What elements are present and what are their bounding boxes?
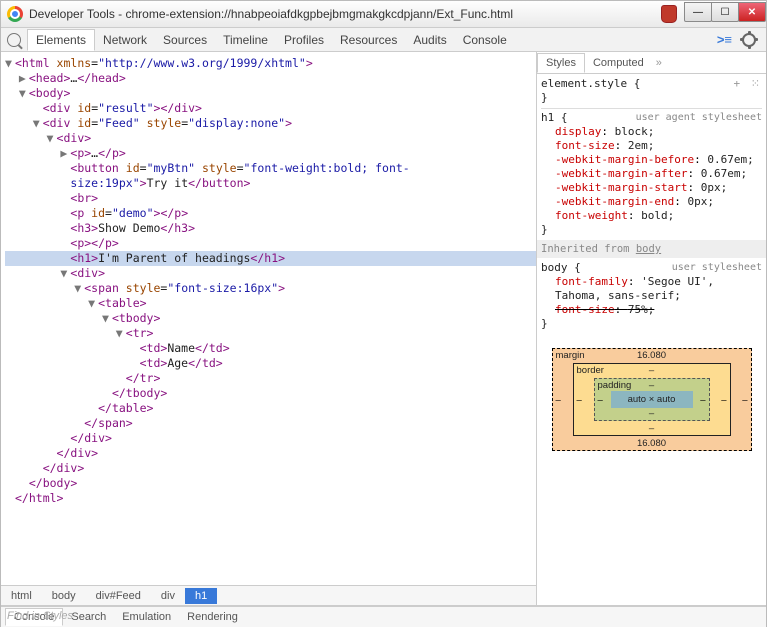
dom-line[interactable]: ▼<tbody> bbox=[5, 311, 536, 326]
dom-line[interactable]: <h1>I'm Parent of headings</h1> bbox=[5, 251, 536, 266]
css-prop[interactable]: -webkit-margin-after: 0.67em; bbox=[541, 167, 762, 181]
tab-profiles[interactable]: Profiles bbox=[276, 30, 332, 50]
dom-line[interactable]: ▼<div id="Feed" style="display:none"> bbox=[5, 116, 536, 131]
style-rules[interactable]: + ⁙ element.style { } user agent stylesh… bbox=[537, 74, 766, 334]
window-titlebar: Developer Tools - chrome-extension://hna… bbox=[1, 0, 766, 28]
elements-panel: ▼<html xmlns="http://www.w3.org/1999/xht… bbox=[1, 52, 537, 605]
dom-line[interactable]: </body> bbox=[5, 476, 536, 491]
dom-tree[interactable]: ▼<html xmlns="http://www.w3.org/1999/xht… bbox=[1, 52, 536, 506]
dom-line[interactable]: ▼<tr> bbox=[5, 326, 536, 341]
dom-line[interactable]: ▼<html xmlns="http://www.w3.org/1999/xht… bbox=[5, 56, 536, 71]
dom-line[interactable]: <br> bbox=[5, 191, 536, 206]
dom-line[interactable]: ▼<div> bbox=[5, 131, 536, 146]
dom-line[interactable]: <div id="result"></div> bbox=[5, 101, 536, 116]
css-prop[interactable]: -webkit-margin-before: 0.67em; bbox=[541, 153, 762, 167]
inspect-icon[interactable] bbox=[7, 33, 21, 47]
css-prop[interactable]: font-size: 75%; bbox=[541, 303, 762, 317]
dom-line[interactable]: <td>Name</td> bbox=[5, 341, 536, 356]
dom-line[interactable]: </div> bbox=[5, 461, 536, 476]
close-button[interactable]: ✕ bbox=[738, 2, 766, 22]
dom-line[interactable]: <h3>Show Demo</h3> bbox=[5, 221, 536, 236]
tab-styles[interactable]: Styles bbox=[537, 53, 585, 73]
dom-line[interactable]: <button id="myBtn" style="font-weight:bo… bbox=[5, 161, 536, 191]
styles-panel: Styles Computed » + ⁙ element.style { } … bbox=[537, 52, 766, 605]
gear-icon[interactable] bbox=[742, 33, 756, 47]
dom-line[interactable]: </div> bbox=[5, 446, 536, 461]
crumb-div[interactable]: div bbox=[151, 588, 185, 604]
crumb-body[interactable]: body bbox=[42, 588, 86, 604]
css-prop[interactable]: display: block; bbox=[541, 125, 762, 139]
minimize-button[interactable]: — bbox=[684, 2, 712, 22]
crumb-html[interactable]: html bbox=[1, 588, 42, 604]
window-title: Developer Tools - chrome-extension://hna… bbox=[29, 7, 661, 21]
box-model: margin 16.080 – – border – – – padding –… bbox=[552, 348, 752, 451]
tab-sources[interactable]: Sources bbox=[155, 30, 215, 50]
dom-line[interactable]: ▼<span style="font-size:16px"> bbox=[5, 281, 536, 296]
dom-line[interactable]: ▼<div> bbox=[5, 266, 536, 281]
dom-line[interactable]: </tr> bbox=[5, 371, 536, 386]
maximize-button[interactable]: ☐ bbox=[711, 2, 739, 22]
tab-network[interactable]: Network bbox=[95, 30, 155, 50]
shield-icon bbox=[661, 5, 677, 23]
dock-icon[interactable]: >≡ bbox=[717, 32, 732, 47]
dom-line[interactable]: ▼<body> bbox=[5, 86, 536, 101]
crumb-h1[interactable]: h1 bbox=[185, 588, 217, 604]
dom-line[interactable]: <p></p> bbox=[5, 236, 536, 251]
dom-line[interactable]: ▼<table> bbox=[5, 296, 536, 311]
panel-toolbar: ElementsNetworkSourcesTimelineProfilesRe… bbox=[1, 28, 766, 52]
tab-timeline[interactable]: Timeline bbox=[215, 30, 276, 50]
chevron-right-icon[interactable]: » bbox=[656, 57, 662, 69]
dom-line[interactable]: ▶<head>…</head> bbox=[5, 71, 536, 86]
css-prop[interactable]: -webkit-margin-end: 0px; bbox=[541, 195, 762, 209]
tab-console[interactable]: Console bbox=[455, 30, 515, 50]
dom-line[interactable]: </div> bbox=[5, 431, 536, 446]
dom-line[interactable]: <p id="demo"></p> bbox=[5, 206, 536, 221]
tab-audits[interactable]: Audits bbox=[405, 30, 454, 50]
dom-line[interactable]: </html> bbox=[5, 491, 536, 506]
chrome-icon bbox=[7, 6, 23, 22]
dom-line[interactable]: </span> bbox=[5, 416, 536, 431]
tab-computed[interactable]: Computed bbox=[585, 54, 652, 72]
css-prop[interactable]: font-weight: bold; bbox=[541, 209, 762, 223]
tab-elements[interactable]: Elements bbox=[27, 29, 95, 51]
css-prop[interactable]: -webkit-margin-start: 0px; bbox=[541, 181, 762, 195]
breadcrumb[interactable]: htmlbodydiv#Feeddivh1 bbox=[1, 585, 536, 605]
crumb-div-Feed[interactable]: div#Feed bbox=[86, 588, 151, 604]
css-prop[interactable]: font-size: 2em; bbox=[541, 139, 762, 153]
dom-line[interactable]: ▶<p>…</p> bbox=[5, 146, 536, 161]
dom-line[interactable]: </tbody> bbox=[5, 386, 536, 401]
dom-line[interactable]: </table> bbox=[5, 401, 536, 416]
new-rule-icon[interactable]: + ⁙ bbox=[734, 77, 762, 91]
dom-line[interactable]: <td>Age</td> bbox=[5, 356, 536, 371]
css-prop[interactable]: font-family: 'Segoe UI', Tahoma, sans-se… bbox=[541, 275, 762, 303]
tab-resources[interactable]: Resources bbox=[332, 30, 405, 50]
